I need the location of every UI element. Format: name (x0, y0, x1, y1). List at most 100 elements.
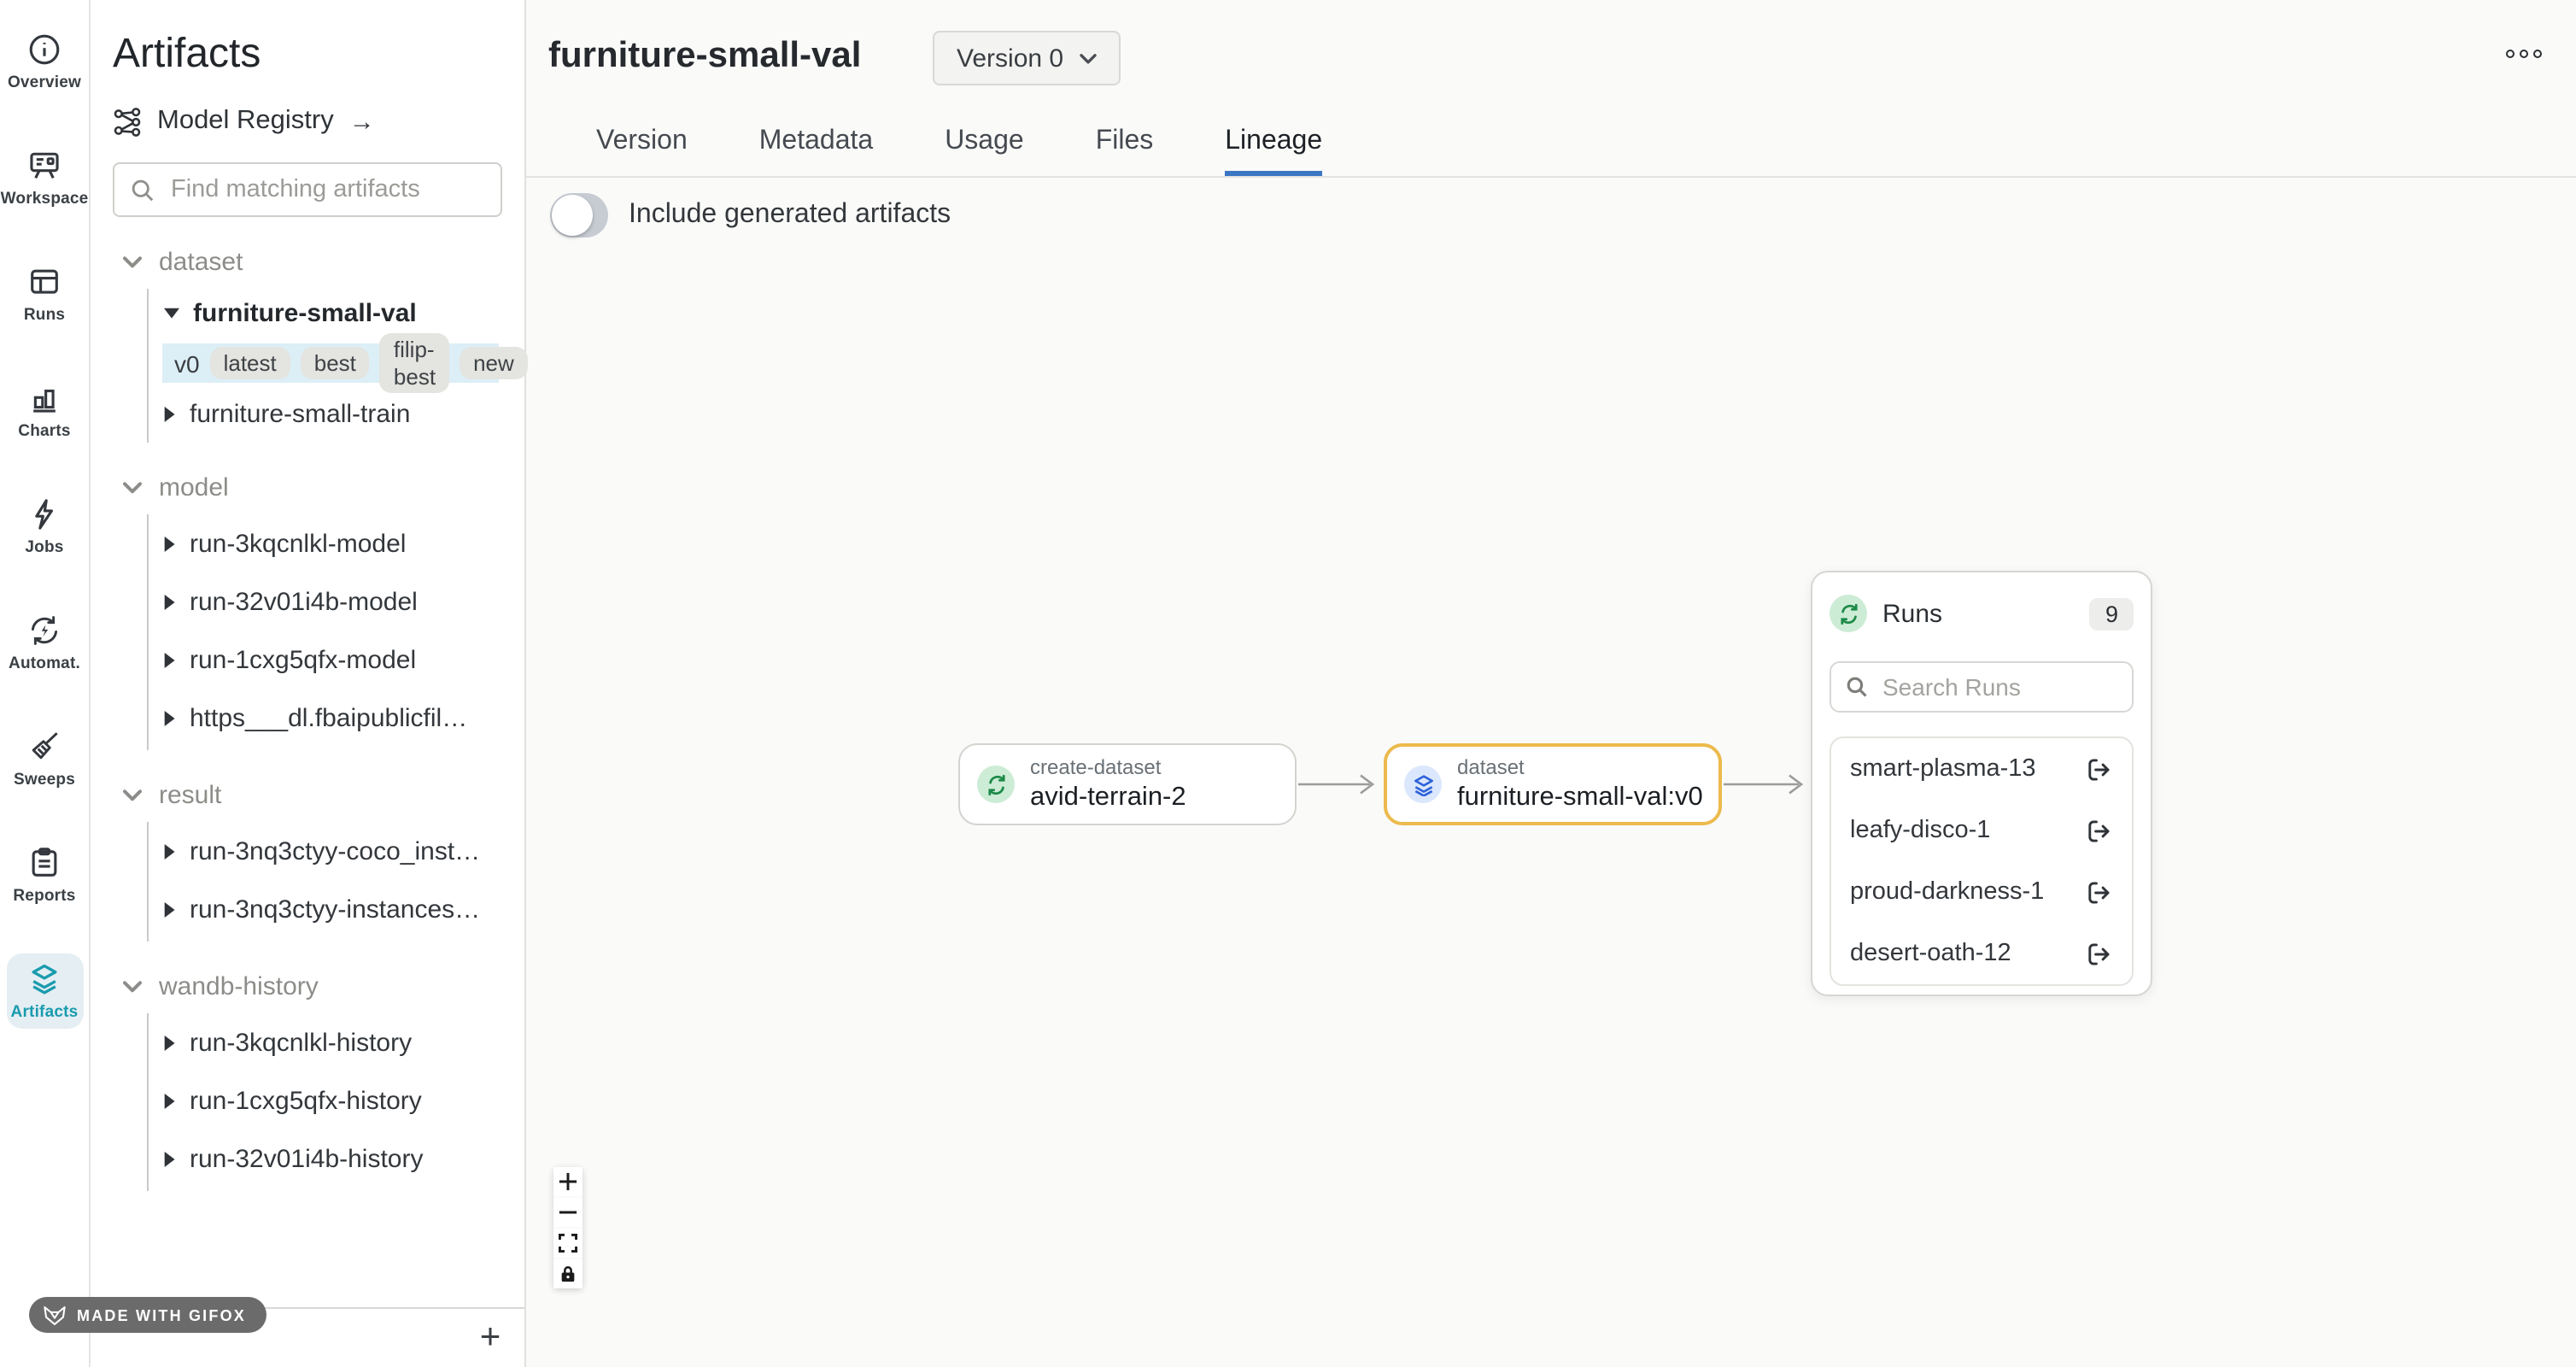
node-type-label: create-dataset (1030, 755, 1186, 781)
tab-version[interactable]: Version (596, 109, 688, 176)
gifox-watermark: MADE WITH GIFOX (29, 1297, 266, 1333)
page-title: furniture-small-val (548, 36, 861, 77)
tab-metadata[interactable]: Metadata (759, 109, 873, 176)
nav-item-workspace[interactable]: Workspace (6, 140, 83, 215)
fit-view-button[interactable] (553, 1229, 583, 1258)
tree-item-run-32v01i4b-history[interactable]: run-32v01i4b-history (149, 1129, 502, 1188)
zoom-in-button[interactable] (553, 1167, 583, 1196)
version-dropdown-button[interactable]: Version 0 (933, 31, 1120, 85)
open-run-icon[interactable] (2084, 877, 2113, 906)
chevron-down-icon (121, 978, 143, 994)
artifact-search-input[interactable] (167, 174, 485, 205)
tree-section-result[interactable]: result (113, 776, 502, 813)
open-run-icon[interactable] (2084, 939, 2113, 968)
tree-section-wandb-history[interactable]: wandb-history (113, 967, 502, 1005)
dot-icon (2506, 50, 2515, 58)
bar-chart-icon (26, 379, 63, 417)
section-label: result (159, 780, 221, 809)
artifact-name: run-1cxg5qfx-model (190, 645, 416, 674)
search-icon (130, 177, 155, 202)
nav-item-reports[interactable]: Reports (6, 837, 83, 912)
model-registry-link[interactable]: Model Registry → (113, 106, 502, 137)
nav-item-overview[interactable]: Overview (6, 24, 83, 99)
nav-item-automations[interactable]: Automat. (6, 605, 83, 680)
section-label: model (159, 472, 229, 502)
nav-label: Workspace (1, 190, 89, 208)
open-run-icon[interactable] (2084, 754, 2113, 783)
broom-icon (26, 728, 63, 766)
tab-files[interactable]: Files (1096, 109, 1154, 176)
tree-item-run-1cxg5qfx-model[interactable]: run-1cxg5qfx-model (149, 631, 502, 689)
tag-best: best (301, 346, 370, 379)
version-dropdown-label: Version 0 (957, 44, 1063, 73)
node-name: furniture-small-val:v0 (1457, 781, 1703, 814)
clipboard-icon (26, 844, 63, 882)
dot-icon (2520, 50, 2528, 58)
tree-item-furniture-small-val[interactable]: furniture-small-val (149, 289, 502, 338)
run-name: smart-plasma-13 (1850, 755, 2036, 783)
artifact-name: run-3kqcnlkl-history (190, 1028, 412, 1057)
sidebar-title: Artifacts (113, 31, 502, 79)
node-name: avid-terrain-2 (1030, 781, 1186, 814)
artifact-name: https___dl.fbaipublicfil… (190, 703, 467, 732)
tab-lineage[interactable]: Lineage (1225, 109, 1322, 176)
left-nav-rail: Overview Workspace Runs Charts Jobs Auto… (0, 0, 91, 1367)
nav-label: Automat. (9, 654, 80, 673)
wandb-artifacts-page: Overview Workspace Runs Charts Jobs Auto… (0, 0, 2576, 1367)
nav-item-sweeps[interactable]: Sweeps (6, 721, 83, 796)
triangle-right-icon (164, 710, 176, 725)
chevron-down-icon (121, 479, 143, 495)
nav-item-charts[interactable]: Charts (6, 373, 83, 448)
nav-item-jobs[interactable]: Jobs (6, 489, 83, 564)
zoom-out-button[interactable] (553, 1198, 583, 1227)
more-options-button[interactable] (2506, 50, 2542, 58)
runs-search-input[interactable] (1879, 672, 2118, 702)
graph-zoom-controls (553, 1167, 583, 1288)
run-name: leafy-disco-1 (1850, 817, 1990, 844)
lineage-node-create-dataset[interactable]: create-dataset avid-terrain-2 (958, 743, 1297, 825)
runs-search-box (1830, 661, 2134, 713)
add-artifact-button[interactable]: + (471, 1317, 509, 1355)
arrow-right-icon: → (349, 107, 375, 136)
nav-item-artifacts[interactable]: Artifacts (6, 953, 83, 1029)
nav-label: Reports (13, 887, 75, 906)
lineage-edge (1724, 772, 1812, 796)
version-row-v0[interactable]: v0 latest best filip-best new (162, 343, 499, 383)
run-row-proud-darkness-1[interactable]: proud-darkness-1 (1831, 861, 2132, 923)
run-row-smart-plasma-13[interactable]: smart-plasma-13 (1831, 738, 2132, 800)
tab-usage[interactable]: Usage (945, 109, 1024, 176)
tree-item-run-1cxg5qfx-history[interactable]: run-1cxg5qfx-history (149, 1071, 502, 1129)
nav-item-runs[interactable]: Runs (6, 256, 83, 331)
tree-item-run-32v01i4b-model[interactable]: run-32v01i4b-model (149, 572, 502, 631)
tree-item-run-3kqcnlkl-history[interactable]: run-3kqcnlkl-history (149, 1013, 502, 1071)
run-name: proud-darkness-1 (1850, 878, 2044, 906)
run-row-desert-oath-12[interactable]: desert-oath-12 (1831, 923, 2132, 984)
artifact-name: run-32v01i4b-history (190, 1144, 424, 1173)
lock-button[interactable] (553, 1259, 583, 1288)
node-type-label: dataset (1457, 755, 1703, 781)
artifact-tabs: Version Metadata Usage Files Lineage (526, 109, 2576, 178)
lineage-node-dataset-furniture-small-val-v0[interactable]: dataset furniture-small-val:v0 (1384, 743, 1722, 825)
runs-count-badge: 9 (2090, 597, 2134, 630)
tree-item-run-3nq3ctyy-instances[interactable]: run-3nq3ctyy-instances… (149, 880, 502, 938)
artifact-name: run-32v01i4b-model (190, 587, 418, 616)
artifact-name: run-3nq3ctyy-coco_inst… (190, 836, 480, 865)
lightning-bolt-icon (26, 496, 63, 533)
tree-item-https-dl-fbaipublicfil[interactable]: https___dl.fbaipublicfil… (149, 689, 502, 747)
tree-item-run-3kqcnlkl-model[interactable]: run-3kqcnlkl-model (149, 514, 502, 572)
artifact-name: run-3nq3ctyy-instances… (190, 895, 480, 924)
section-label: wandb-history (159, 971, 319, 1000)
runs-table-icon (26, 263, 63, 301)
runs-panel: Runs 9 smart-plasma-13 leafy-disco-1 pro… (1811, 571, 2152, 996)
tree-section-dataset[interactable]: dataset (113, 243, 502, 280)
chevron-down-icon (121, 254, 143, 269)
tree-item-run-3nq3ctyy-coco-inst[interactable]: run-3nq3ctyy-coco_inst… (149, 822, 502, 880)
watermark-label: MADE WITH GIFOX (77, 1306, 246, 1323)
run-row-leafy-disco-1[interactable]: leafy-disco-1 (1831, 800, 2132, 861)
artifact-name: run-3kqcnlkl-model (190, 529, 406, 558)
open-run-icon[interactable] (2084, 816, 2113, 845)
include-generated-artifacts-toggle[interactable] (550, 193, 608, 238)
tree-section-model[interactable]: model (113, 468, 502, 506)
triangle-right-icon (164, 901, 176, 917)
tree-item-furniture-small-train[interactable]: furniture-small-train (149, 388, 502, 439)
